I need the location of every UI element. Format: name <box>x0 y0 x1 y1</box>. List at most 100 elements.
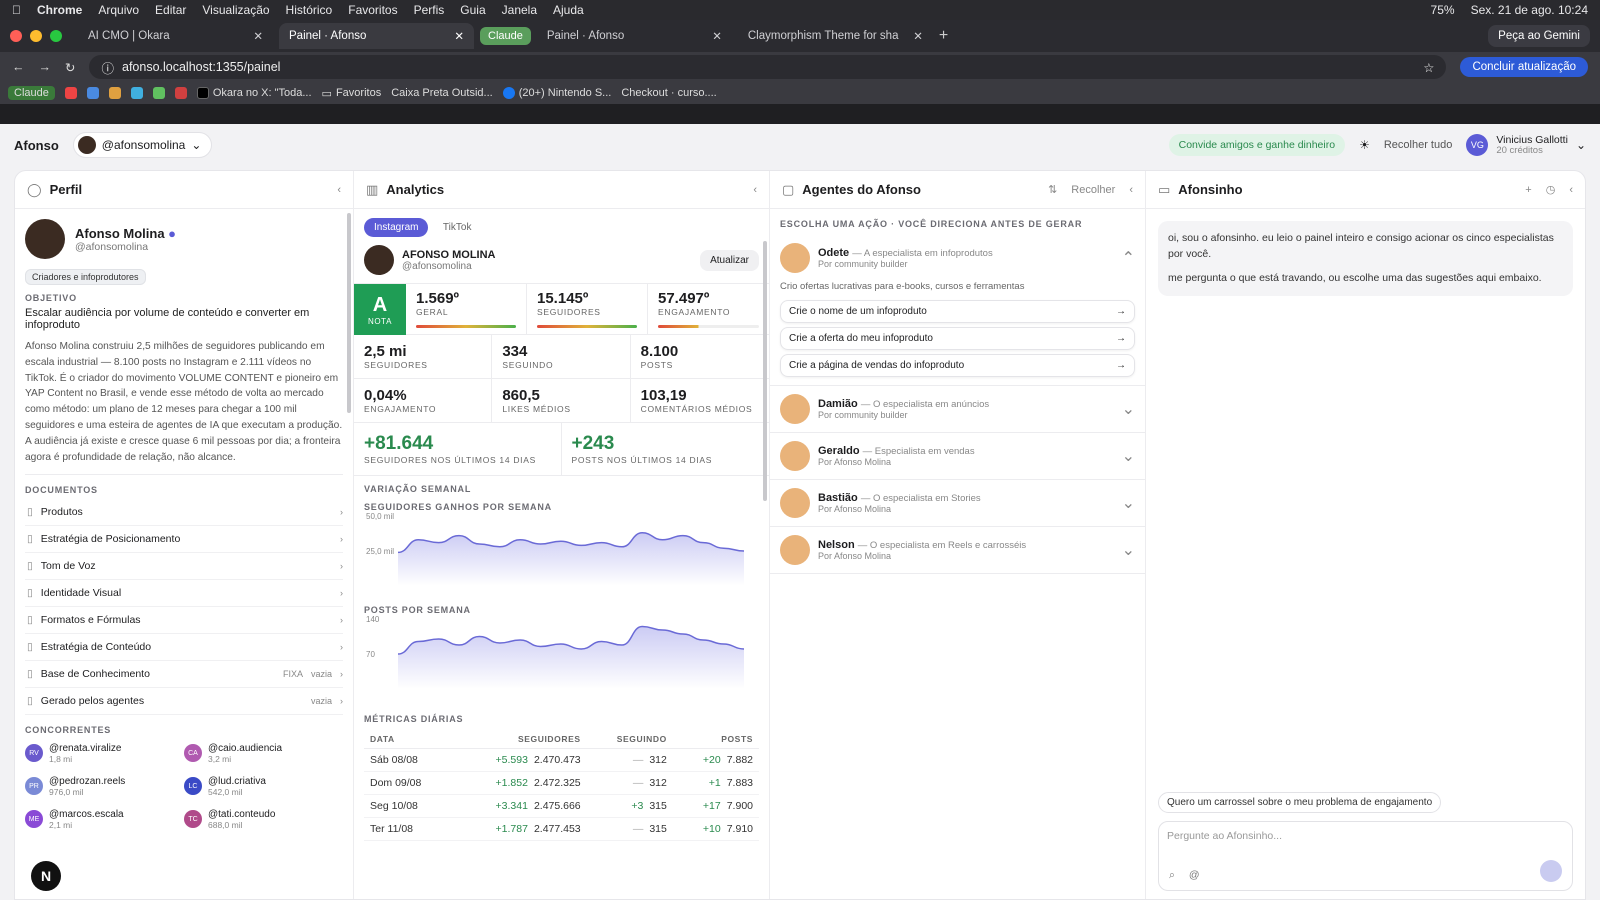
competitor-item[interactable]: LC @lud.criativa 542,0 mil <box>184 770 343 803</box>
scrollbar[interactable] <box>763 241 767 501</box>
history-icon[interactable]: ◷ <box>1546 183 1556 196</box>
bookmark-icon[interactable] <box>108 87 121 99</box>
menu-ajuda[interactable]: Ajuda <box>553 3 584 17</box>
minimize-window-button[interactable] <box>30 30 42 42</box>
menu-visualizacao[interactable]: Visualização <box>202 3 269 17</box>
menu-janela[interactable]: Janela <box>502 3 537 17</box>
notion-icon[interactable]: N <box>31 861 61 891</box>
invite-button[interactable]: Convide amigos e ganhe dinheiro <box>1168 134 1346 156</box>
refresh-button[interactable]: Atualizar <box>700 249 759 271</box>
bookmark-icon[interactable] <box>152 87 165 99</box>
competitor-item[interactable]: PR @pedrozan.reels 976,0 mil <box>25 770 184 803</box>
collapse-panel-icon[interactable]: ‹ <box>753 184 757 196</box>
agent-row[interactable]: Bastião — O especialista em Stories Por A… <box>770 480 1145 526</box>
bookmark-claude[interactable]: Claude <box>8 86 55 100</box>
menu-perfis[interactable]: Perfis <box>414 3 445 17</box>
bookmark-icon[interactable] <box>130 87 143 99</box>
menu-favoritos[interactable]: Favoritos <box>348 3 397 17</box>
chevron-down-icon[interactable]: ⌄ <box>1122 493 1135 513</box>
agent-row[interactable]: Geraldo — Especialista em vendas Por Afon… <box>770 433 1145 479</box>
document-item[interactable]: ▯ Tom de Voz › <box>25 553 343 580</box>
tab-painel-active[interactable]: Painel · Afonso ✕ <box>279 23 474 49</box>
tab-instagram[interactable]: Instagram <box>364 218 429 237</box>
column-header[interactable]: SEGUINDO <box>586 730 673 749</box>
agent-row[interactable]: Nelson — O especialista em Reels e carro… <box>770 527 1145 573</box>
agent-suggestion[interactable]: Crie o nome de um infoproduto → <box>780 300 1135 323</box>
account-switcher[interactable]: @afonsomolina ⌄ <box>72 132 213 158</box>
tab-claymorphism[interactable]: Claymorphism Theme for sha ✕ <box>738 23 933 49</box>
mention-icon[interactable]: @ <box>1189 869 1200 882</box>
close-icon[interactable]: ✕ <box>253 29 263 43</box>
bookmark-okara[interactable]: Okara no X: "Toda... <box>196 87 312 99</box>
agent-row[interactable]: Damião — O especialista em anúncios Por c… <box>770 386 1145 432</box>
bookmark-icon[interactable] <box>174 87 187 99</box>
competitor-item[interactable]: ME @marcos.escala 2,1 mi <box>25 803 184 836</box>
agent-suggestion[interactable]: Crie a página de vendas do infoproduto → <box>780 354 1135 377</box>
bookmark-icon[interactable] <box>86 87 99 99</box>
close-icon[interactable]: ✕ <box>712 29 722 43</box>
menu-editar[interactable]: Editar <box>155 3 186 17</box>
competitor-item[interactable]: TC @tati.conteudo 688,0 mil <box>184 803 343 836</box>
new-chat-icon[interactable]: + <box>1525 184 1531 196</box>
back-icon[interactable]: ← <box>12 60 25 74</box>
document-item[interactable]: ▯ Identidade Visual › <box>25 580 343 607</box>
close-icon[interactable]: ✕ <box>913 29 923 43</box>
chat-input[interactable]: Pergunte ao Afonsinho... ⌕ @ <box>1158 821 1573 891</box>
user-menu[interactable]: VG Vinicius Gallotti 20 créditos ⌄ <box>1466 134 1586 157</box>
column-header[interactable]: SEGUIDORES <box>451 730 587 749</box>
menu-historico[interactable]: Histórico <box>286 3 333 17</box>
document-item[interactable]: ▯ Gerado pelos agentes vazia › <box>25 688 343 715</box>
attach-icon[interactable]: ⌕ <box>1169 869 1175 882</box>
tab-okara[interactable]: AI CMO | Okara ✕ <box>78 23 273 49</box>
agent-suggestion[interactable]: Crie a oferta do meu infoproduto → <box>780 327 1135 350</box>
bookmark-star-icon[interactable]: ☆ <box>1423 60 1434 75</box>
update-button[interactable]: Concluir atualização <box>1460 57 1588 77</box>
bookmark-caixa-preta[interactable]: Caixa Preta Outsid... <box>391 87 493 99</box>
competitor-item[interactable]: CA @caio.audiencia 3,2 mi <box>184 737 343 770</box>
collapse-panel-icon[interactable]: ‹ <box>1569 184 1573 196</box>
new-tab-icon[interactable]: + <box>939 27 948 45</box>
chevron-down-icon[interactable]: ⌄ <box>1122 446 1135 466</box>
bookmark-nintendo[interactable]: (20+) Nintendo S... <box>502 87 611 99</box>
tab-group-claude[interactable]: Claude <box>480 27 531 45</box>
column-header[interactable]: POSTS <box>672 730 759 749</box>
clock[interactable]: Sex. 21 de ago. 10:24 <box>1471 3 1588 17</box>
tab-painel[interactable]: Painel · Afonso ✕ <box>537 23 732 49</box>
tab-tiktok[interactable]: TikTok <box>433 218 482 237</box>
zoom-window-button[interactable] <box>50 30 62 42</box>
site-info-icon[interactable]: ⓘ <box>101 58 114 77</box>
scrollbar[interactable] <box>347 213 351 413</box>
collapse-all-button[interactable]: Recolher tudo <box>1384 139 1453 151</box>
agent-row[interactable]: Odete — A especialista em infoprodutos Po… <box>770 235 1145 281</box>
apple-icon[interactable]:  <box>12 3 21 17</box>
filter-icon[interactable]: ⇅ <box>1048 183 1057 196</box>
chevron-down-icon[interactable]: ⌄ <box>1122 399 1135 419</box>
battery-level[interactable]: 75% <box>1431 3 1455 17</box>
collapse-panel-icon[interactable]: ‹ <box>1129 184 1133 196</box>
gemini-button[interactable]: Peça ao Gemini <box>1488 25 1590 47</box>
collapse-button[interactable]: Recolher <box>1071 184 1115 196</box>
competitor-item[interactable]: RV @renata.viralize 1,8 mi <box>25 737 184 770</box>
chevron-down-icon[interactable]: ⌄ <box>1122 540 1135 560</box>
address-bar[interactable]: ⓘ afonso.localhost:1355/painel ☆ <box>89 55 1447 79</box>
document-item[interactable]: ▯ Formatos e Fórmulas › <box>25 607 343 634</box>
document-item[interactable]: ▯ Estratégia de Conteúdo › <box>25 634 343 661</box>
forward-icon[interactable]: → <box>39 60 52 74</box>
send-button[interactable] <box>1540 860 1562 882</box>
document-item[interactable]: ▯ Base de Conhecimento FIXA vazia › <box>25 661 343 688</box>
chevron-up-icon[interactable]: ⌃ <box>1122 248 1135 268</box>
menu-guia[interactable]: Guia <box>460 3 485 17</box>
menu-chrome[interactable]: Chrome <box>37 3 82 17</box>
document-item[interactable]: ▯ Estratégia de Posicionamento › <box>25 526 343 553</box>
document-item[interactable]: ▯ Produtos › <box>25 499 343 526</box>
reload-icon[interactable]: ↻ <box>65 60 75 75</box>
close-icon[interactable]: ✕ <box>454 29 464 43</box>
suggestion-chip[interactable]: Quero um carrossel sobre o meu problema … <box>1158 792 1442 813</box>
theme-toggle-icon[interactable]: ☀ <box>1359 138 1370 152</box>
bookmark-checkout[interactable]: Checkout · curso.... <box>621 87 716 99</box>
column-header[interactable]: DATA <box>364 730 452 749</box>
menu-arquivo[interactable]: Arquivo <box>98 3 139 17</box>
collapse-panel-icon[interactable]: ‹ <box>337 184 341 196</box>
bookmark-favoritos[interactable]: ▭ Favoritos <box>322 87 382 100</box>
close-window-button[interactable] <box>10 30 22 42</box>
